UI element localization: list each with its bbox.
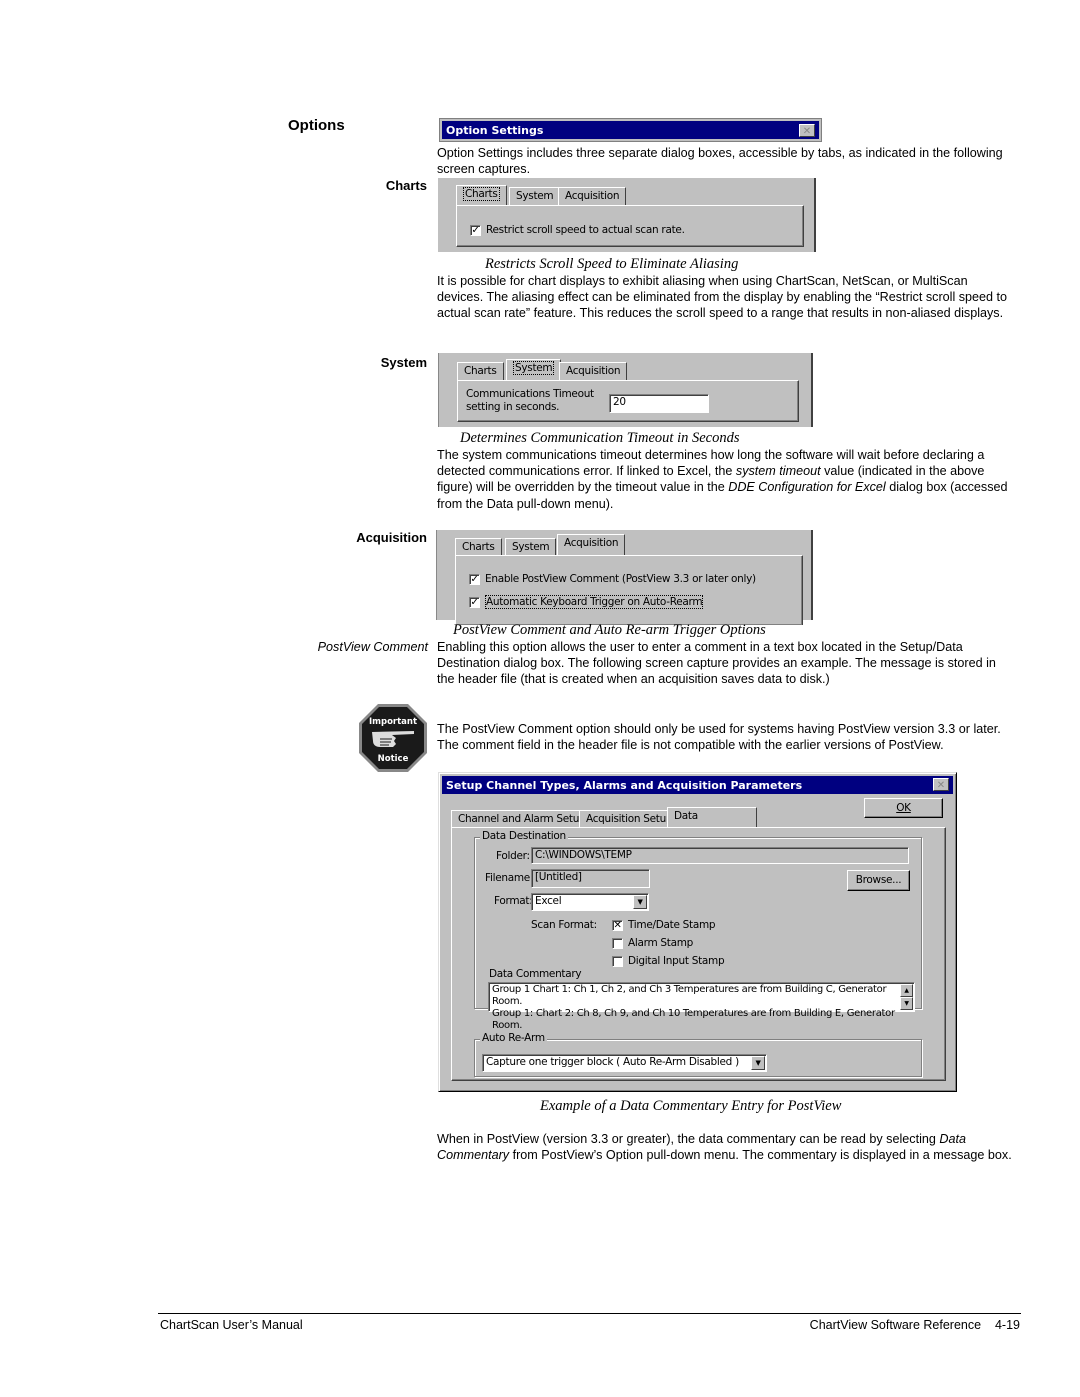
close-icon[interactable]: ✕ bbox=[933, 778, 949, 791]
option-settings-title: Option Settings bbox=[446, 123, 544, 137]
system-panel: Communications Timeout setting in second… bbox=[457, 380, 799, 422]
system-body: The system communications timeout determ… bbox=[437, 448, 1008, 511]
important-notice-icon: Important Notice bbox=[358, 703, 428, 773]
system-heading: System bbox=[380, 355, 427, 370]
format-label: Format: bbox=[494, 895, 533, 907]
checkbox-unchecked-icon bbox=[612, 937, 623, 949]
close-icon[interactable]: ✕ bbox=[799, 123, 815, 137]
tab-charts[interactable]: Charts bbox=[456, 185, 507, 206]
timeout-input[interactable]: 20 bbox=[609, 394, 709, 413]
intro-text: Option Settings includes three separate … bbox=[437, 146, 1003, 177]
acquisition-dialog: Charts System Acquisition ✓ Enable PostVi… bbox=[436, 530, 813, 625]
tab-charts[interactable]: Charts bbox=[455, 538, 502, 556]
scrollbar[interactable]: ▲ ▼ bbox=[900, 984, 913, 1010]
filename-input[interactable]: [Untitled] bbox=[531, 869, 650, 888]
scroll-down-icon[interactable]: ▼ bbox=[900, 997, 913, 1010]
time-date-stamp-checkbox[interactable]: ✕ Time/Date Stamp bbox=[612, 919, 716, 931]
setup-dialog-title: Setup Channel Types, Alarms and Acquisit… bbox=[446, 778, 803, 792]
charts-heading: Charts bbox=[385, 178, 427, 193]
tab-system[interactable]: System bbox=[506, 359, 562, 380]
system-caption: Determines Communication Timeout in Seco… bbox=[460, 430, 740, 446]
chevron-down-icon[interactable]: ▼ bbox=[751, 1056, 765, 1070]
auto-rearm-select[interactable]: Capture one trigger block ( Auto Re-Arm … bbox=[482, 1054, 767, 1072]
option-settings-titlebar: Option Settings ✕ bbox=[440, 119, 821, 141]
tab-channel-alarm-setup[interactable]: Channel and Alarm Setup bbox=[451, 810, 593, 828]
notice-text: The PostView Comment option should only … bbox=[437, 722, 1001, 753]
timeout-label: Communications Timeout setting in second… bbox=[466, 388, 594, 413]
notice-bottom-text: Notice bbox=[378, 754, 409, 764]
format-select[interactable]: Excel ▼ bbox=[531, 893, 649, 911]
page-number: 4-19 bbox=[994, 1318, 1020, 1332]
postview-comment-body: Enabling this option allows the user to … bbox=[437, 640, 996, 687]
ok-button[interactable]: OK bbox=[864, 798, 943, 818]
setup-dialog-titlebar: Setup Channel Types, Alarms and Acquisit… bbox=[442, 776, 953, 794]
folder-input[interactable]: C:\WINDOWS\TEMP bbox=[531, 847, 909, 864]
tab-charts[interactable]: Charts bbox=[457, 362, 504, 380]
filename-label: Filename: bbox=[485, 872, 534, 884]
chevron-down-icon[interactable]: ▼ bbox=[633, 895, 647, 909]
tab-system[interactable]: System bbox=[505, 538, 557, 556]
data-commentary-label: Data Commentary bbox=[489, 968, 582, 980]
setup-dialog-caption: Example of a Data Commentary Entry for P… bbox=[540, 1098, 842, 1114]
postview-comment-heading: PostView Comment bbox=[317, 640, 428, 654]
restrict-scroll-checkbox[interactable]: ✓ Restrict scroll speed to actual scan ra… bbox=[470, 224, 685, 236]
footer-left: ChartScan User’s Manual bbox=[160, 1318, 303, 1332]
checkbox-checked-icon: ✕ bbox=[612, 919, 623, 931]
tab-acquisition[interactable]: Acquisition bbox=[558, 187, 627, 205]
acquisition-caption: PostView Comment and Auto Re-arm Trigger… bbox=[453, 622, 766, 638]
setup-dialog: Setup Channel Types, Alarms and Acquisit… bbox=[438, 772, 957, 1092]
enable-postview-comment-checkbox[interactable]: ✓ Enable PostView Comment (PostView 3.3 o… bbox=[469, 573, 756, 585]
tab-acquisition[interactable]: Acquisition bbox=[557, 534, 626, 555]
charts-caption: Restricts Scroll Speed to Eliminate Alia… bbox=[485, 256, 739, 272]
footer-right: ChartView Software Reference 4-19 bbox=[809, 1318, 1020, 1332]
scroll-up-icon[interactable]: ▲ bbox=[900, 984, 913, 997]
charts-panel: ✓ Restrict scroll speed to actual scan ra… bbox=[456, 205, 804, 247]
footer-rule bbox=[158, 1313, 1021, 1314]
charts-dialog: Charts System Acquisition ✓ Restrict scro… bbox=[438, 178, 816, 252]
data-commentary-textarea[interactable]: Group 1 Chart 1: Ch 1, Ch 2, and Ch 3 Te… bbox=[488, 982, 915, 1031]
closing-text: When in PostView (version 3.3 or greater… bbox=[437, 1132, 1012, 1163]
data-destination-panel: Data Destination Folder: C:\WINDOWS\TEMP… bbox=[451, 827, 946, 1081]
acquisition-panel: ✓ Enable PostView Comment (PostView 3.3 o… bbox=[455, 555, 803, 625]
tab-data-destination[interactable]: Data Destination bbox=[667, 807, 757, 838]
checkbox-checked-icon: ✓ bbox=[469, 596, 480, 608]
charts-body: It is possible for chart displays to exh… bbox=[437, 274, 1008, 321]
digital-input-stamp-checkbox[interactable]: Digital Input Stamp bbox=[612, 955, 725, 967]
notice-top-text: Important bbox=[369, 717, 417, 727]
section-title: Options bbox=[288, 117, 345, 134]
folder-label: Folder: bbox=[496, 850, 530, 862]
tab-acquisition-setup[interactable]: Acquisition Setup bbox=[579, 810, 680, 828]
tab-system[interactable]: System bbox=[509, 187, 561, 205]
tab-acquisition[interactable]: Acquisition bbox=[559, 362, 628, 380]
checkbox-checked-icon: ✓ bbox=[469, 573, 480, 585]
checkbox-unchecked-icon bbox=[612, 955, 623, 967]
alarm-stamp-checkbox[interactable]: Alarm Stamp bbox=[612, 937, 693, 949]
checkbox-checked-icon: ✓ bbox=[470, 224, 481, 236]
acquisition-heading: Acquisition bbox=[356, 530, 427, 545]
scan-format-label: Scan Format: bbox=[531, 919, 597, 931]
browse-button[interactable]: Browse... bbox=[847, 870, 910, 891]
auto-keyboard-trigger-checkbox[interactable]: ✓ Automatic Keyboard Trigger on Auto-Rear… bbox=[469, 595, 704, 609]
system-dialog: Charts System Acquisition Communications… bbox=[438, 353, 813, 427]
